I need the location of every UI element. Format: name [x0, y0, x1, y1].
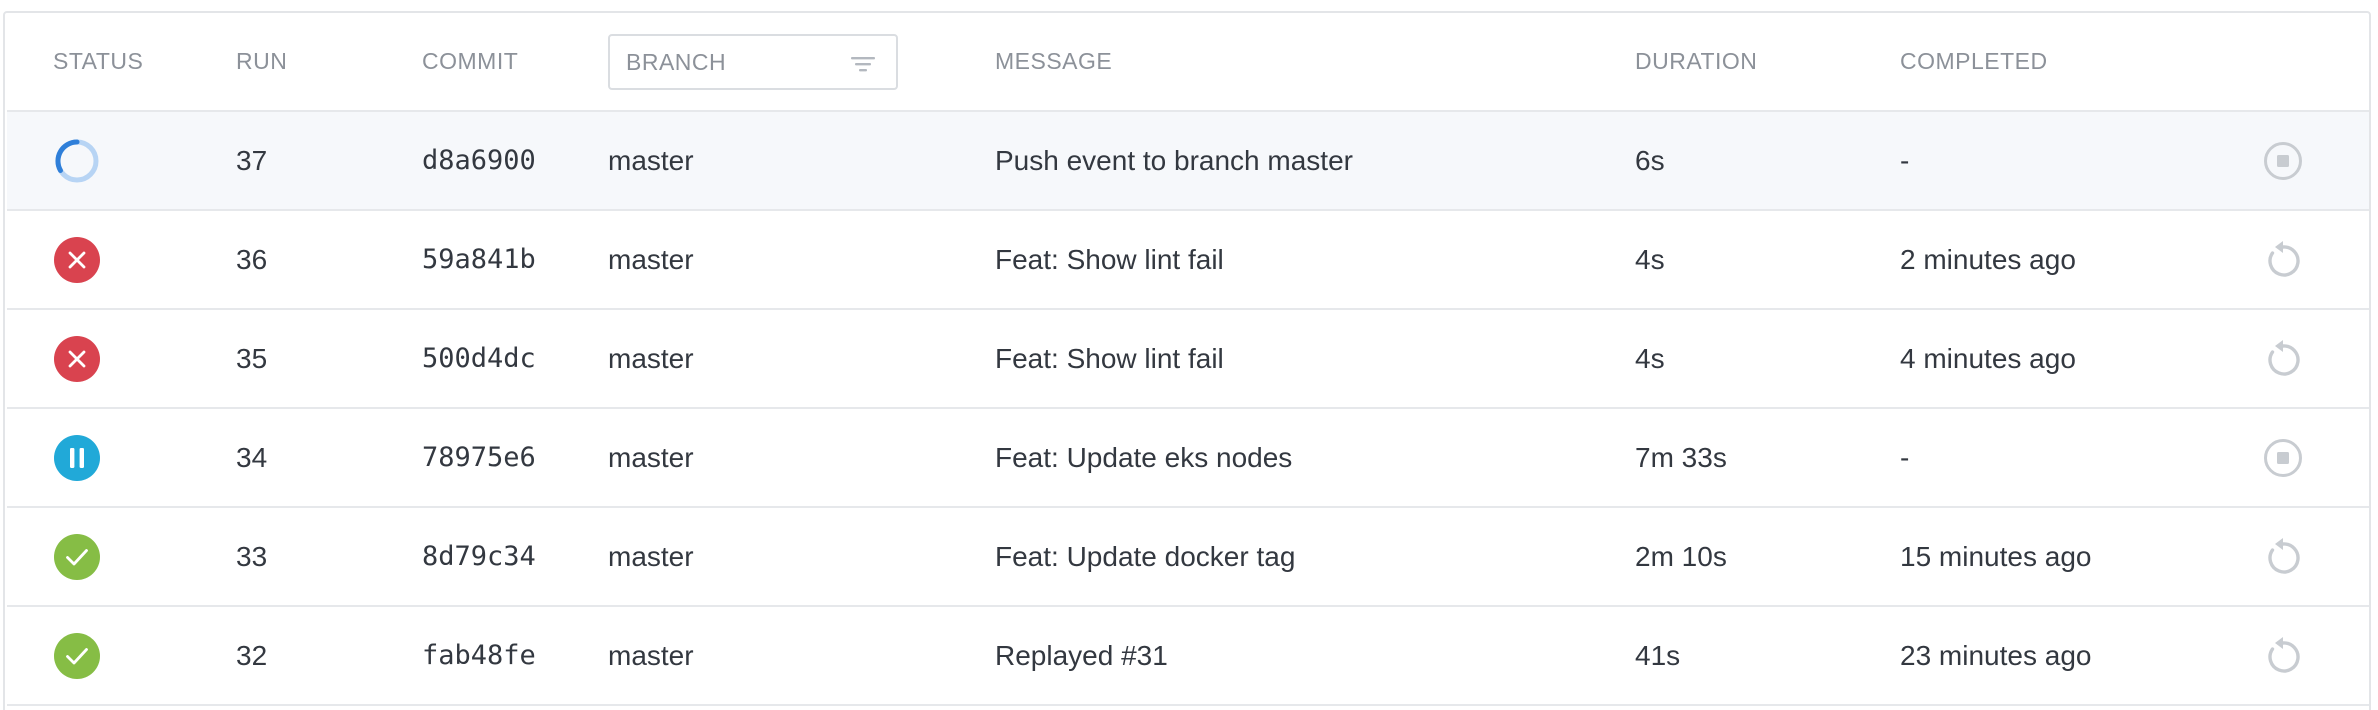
status-cell — [53, 508, 101, 605]
commit-message: Feat: Update docker tag — [995, 540, 1296, 572]
restart-button[interactable] — [2262, 310, 2304, 407]
completed-time: 2 minutes ago — [1900, 243, 2076, 275]
stop-button[interactable] — [2262, 409, 2304, 506]
table-row[interactable]: 33 8d79c34 master Feat: Update docker ta… — [7, 508, 2369, 607]
completed-time: - — [1900, 144, 1910, 176]
completed-time: 23 minutes ago — [1900, 639, 2092, 671]
commit-message: Push event to branch master — [995, 144, 1353, 176]
header-message: MESSAGE — [995, 48, 1113, 74]
header-completed: COMPLETED — [1900, 48, 2048, 74]
restart-icon — [2268, 339, 2300, 376]
branch-name: master — [608, 144, 694, 176]
header-status: STATUS — [53, 48, 144, 74]
table-row[interactable]: 32 fab48fe master Replayed #31 41s 23 mi… — [7, 607, 2369, 706]
commit-hash[interactable]: 500d4dc — [422, 310, 536, 407]
header-commit: COMMIT — [422, 48, 519, 74]
table-row[interactable]: 36 59a841b master Feat: Show lint fail 4… — [7, 211, 2369, 310]
run-number: 36 — [236, 243, 268, 275]
run-duration: 4s — [1635, 243, 1665, 275]
restart-button[interactable] — [2262, 607, 2304, 704]
status-cell — [53, 112, 101, 209]
branch-filter-button[interactable]: BRANCH — [608, 34, 898, 90]
run-duration: 7m 33s — [1635, 441, 1727, 473]
commit-hash[interactable]: 8d79c34 — [422, 508, 536, 605]
restart-icon — [2268, 240, 2300, 277]
stop-button[interactable] — [2262, 112, 2304, 209]
commit-hash[interactable]: fab48fe — [422, 607, 536, 704]
commit-message: Feat: Show lint fail — [995, 243, 1224, 275]
stop-icon — [2264, 438, 2302, 477]
completed-time: - — [1900, 441, 1910, 473]
run-number: 32 — [236, 639, 268, 671]
runs-table: STATUS RUN COMMIT BRANCH MESSAGE DURATIO… — [3, 11, 2371, 710]
table-row[interactable]: 37 d8a6900 master Push event to branch m… — [7, 112, 2369, 211]
restart-button[interactable] — [2262, 508, 2304, 605]
table-row[interactable]: 34 78975e6 master Feat: Update eks nodes… — [7, 409, 2369, 508]
status-cell — [53, 211, 101, 308]
run-number: 35 — [236, 342, 268, 374]
commit-hash[interactable]: d8a6900 — [422, 112, 536, 209]
completed-time: 15 minutes ago — [1900, 540, 2092, 572]
header-duration: DURATION — [1635, 48, 1758, 74]
stop-icon — [2264, 141, 2302, 180]
branch-name: master — [608, 441, 694, 473]
branch-name: master — [608, 639, 694, 671]
branch-name: master — [608, 243, 694, 275]
restart-button[interactable] — [2262, 211, 2304, 308]
restart-icon — [2268, 636, 2300, 673]
commit-message: Feat: Show lint fail — [995, 342, 1224, 374]
run-duration: 6s — [1635, 144, 1665, 176]
run-duration: 4s — [1635, 342, 1665, 374]
commit-message: Feat: Update eks nodes — [995, 441, 1293, 473]
x-circle-icon — [54, 236, 100, 283]
commit-hash[interactable]: 78975e6 — [422, 409, 536, 506]
restart-icon — [2268, 537, 2300, 574]
run-number: 37 — [236, 144, 268, 176]
header-run: RUN — [236, 48, 288, 74]
header-branch: BRANCH — [626, 48, 727, 75]
status-cell — [53, 310, 101, 407]
commit-hash[interactable]: 59a841b — [422, 211, 536, 308]
check-circle-icon — [54, 533, 100, 580]
x-circle-icon — [54, 335, 100, 382]
spinner-icon — [55, 138, 99, 182]
completed-time: 4 minutes ago — [1900, 342, 2076, 374]
run-duration: 2m 10s — [1635, 540, 1727, 572]
commit-message: Replayed #31 — [995, 639, 1168, 671]
run-duration: 41s — [1635, 639, 1681, 671]
check-circle-icon — [54, 632, 100, 679]
run-number: 33 — [236, 540, 268, 572]
table-row[interactable]: 35 500d4dc master Feat: Show lint fail 4… — [7, 310, 2369, 409]
branch-name: master — [608, 342, 694, 374]
branch-name: master — [608, 540, 694, 572]
table-header: STATUS RUN COMMIT BRANCH MESSAGE DURATIO… — [7, 13, 2369, 112]
run-number: 34 — [236, 441, 268, 473]
status-cell — [53, 409, 101, 506]
status-cell — [53, 607, 101, 704]
pause-circle-icon — [54, 434, 100, 481]
filter-icon — [851, 57, 875, 72]
